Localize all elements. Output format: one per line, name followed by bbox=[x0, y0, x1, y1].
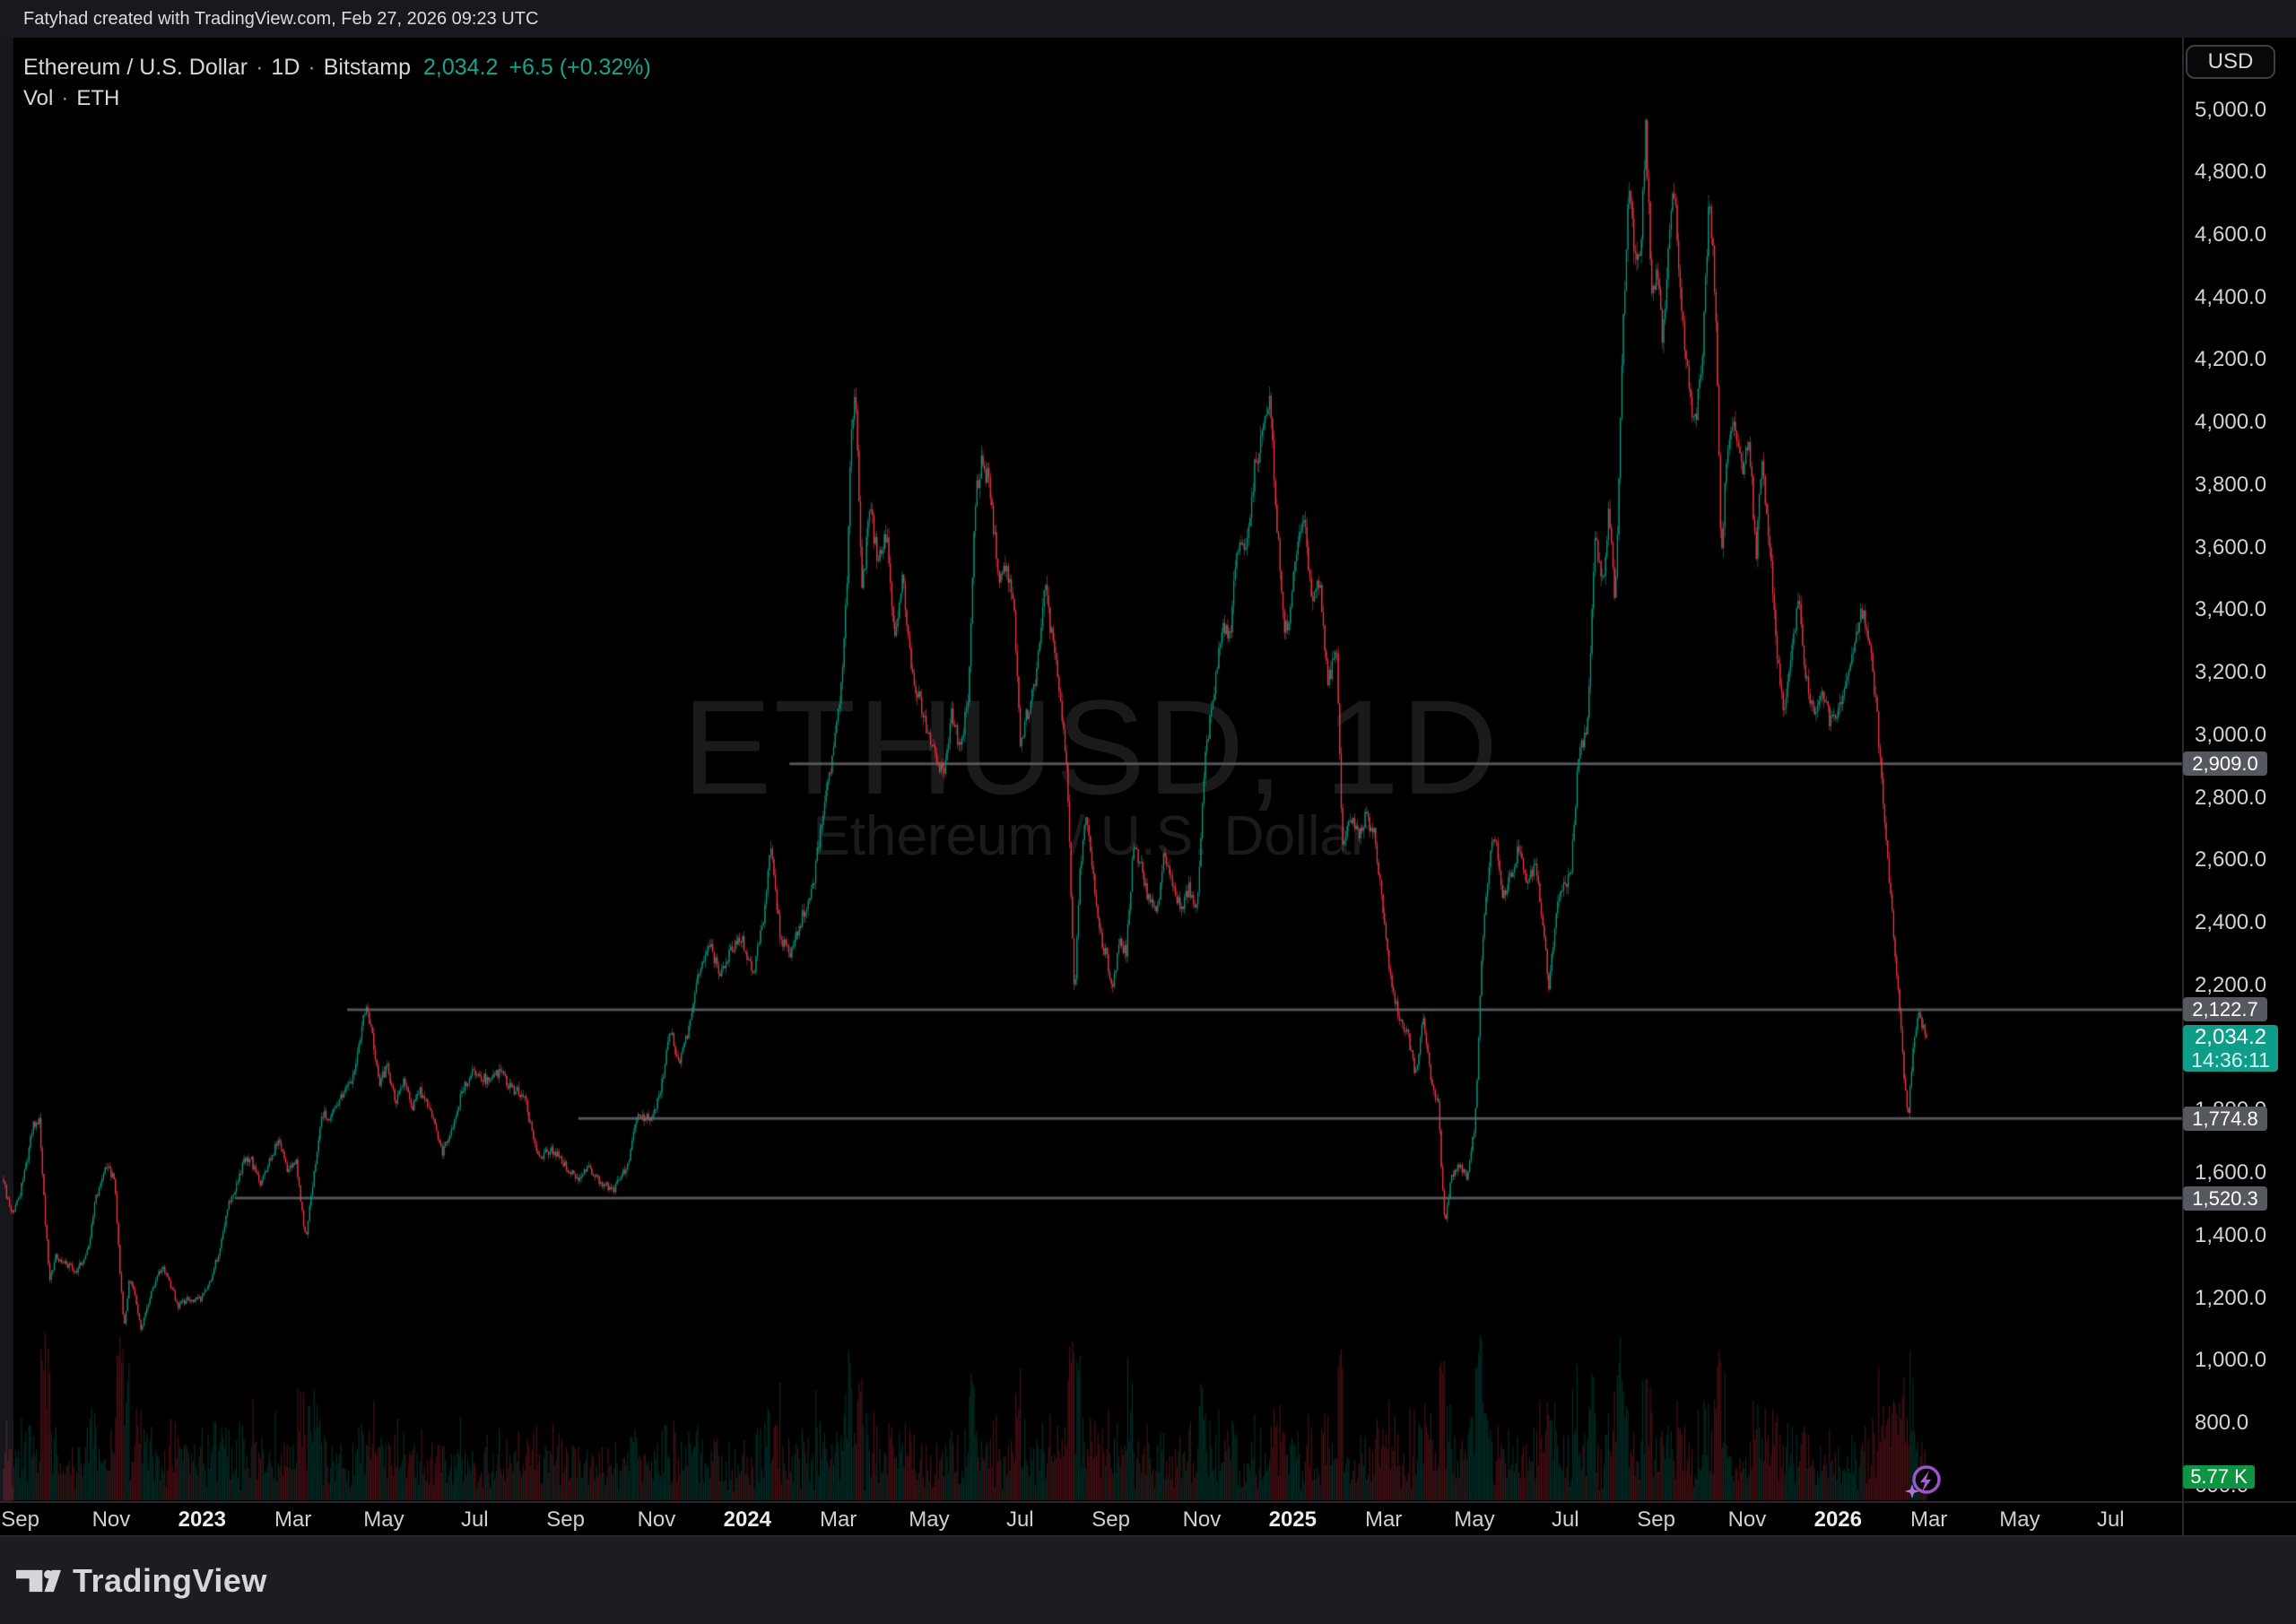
time-tick-month: Jul bbox=[1006, 1508, 1034, 1532]
price-tick-label: 4,000.0 bbox=[2195, 410, 2266, 435]
time-tick-year: 2024 bbox=[724, 1508, 771, 1532]
footer-brand-bar: TradingView bbox=[0, 1537, 2296, 1624]
price-tick-label: 2,400.0 bbox=[2195, 910, 2266, 935]
price-axis-border bbox=[2182, 38, 2184, 1536]
price-tick-label: 3,800.0 bbox=[2195, 473, 2266, 498]
attribution-bar: Fatyhad created with TradingView.com, Fe… bbox=[0, 0, 2296, 38]
price-tick-label: 1,400.0 bbox=[2195, 1223, 2266, 1248]
time-tick-month: Jul bbox=[461, 1508, 489, 1532]
time-tick-month: May bbox=[1454, 1508, 1494, 1532]
price-tick-label: 1,600.0 bbox=[2195, 1160, 2266, 1185]
legend-change: +6.5 (+0.32%) bbox=[509, 55, 650, 80]
time-tick-month: May bbox=[909, 1508, 949, 1532]
time-tick-month: Sep bbox=[546, 1508, 585, 1532]
volume-value-tag: 5.77 K bbox=[2183, 1465, 2255, 1489]
time-tick-month: Sep bbox=[1, 1508, 39, 1532]
time-tick-month: Mar bbox=[274, 1508, 311, 1532]
currency-unit-label: USD bbox=[2208, 49, 2254, 74]
price-tick-label: 3,600.0 bbox=[2195, 535, 2266, 560]
bar-countdown: 14:36:11 bbox=[2183, 1049, 2278, 1071]
attribution-text: Fatyhad created with TradingView.com, Fe… bbox=[23, 9, 538, 29]
price-level-tag: 1,520.3 bbox=[2183, 1186, 2267, 1211]
time-tick-month: May bbox=[363, 1508, 404, 1532]
price-tick-label: 2,200.0 bbox=[2195, 973, 2266, 998]
legend-exchange: Bitstamp bbox=[324, 55, 411, 80]
legend-last-price: 2,034.2 bbox=[423, 55, 498, 80]
price-tick-label: 4,800.0 bbox=[2195, 160, 2266, 185]
time-tick-year: 2026 bbox=[1814, 1508, 1862, 1532]
last-price-tag: 2,034.214:36:11 bbox=[2183, 1025, 2278, 1072]
price-tick-label: 3,200.0 bbox=[2195, 660, 2266, 685]
price-level-tag: 2,909.0 bbox=[2183, 751, 2267, 776]
price-tick-label: 800.0 bbox=[2195, 1411, 2248, 1436]
legend-volume-row[interactable]: Vol·ETH bbox=[23, 84, 651, 113]
price-tick-label: 1,200.0 bbox=[2195, 1286, 2266, 1311]
currency-unit-button[interactable]: USD bbox=[2186, 45, 2275, 79]
tradingview-wordmark[interactable]: TradingView bbox=[73, 1562, 267, 1600]
legend-symbol-row[interactable]: Ethereum / U.S. Dollar·1D·Bitstamp2,034.… bbox=[23, 50, 651, 84]
price-tick-label: 4,400.0 bbox=[2195, 285, 2266, 310]
volume-study-label: Vol bbox=[23, 86, 53, 110]
time-tick-month: Sep bbox=[1091, 1508, 1130, 1532]
tradingview-logo-icon[interactable] bbox=[16, 1568, 61, 1594]
price-tick-label: 3,400.0 bbox=[2195, 597, 2266, 622]
price-tick-label: 3,000.0 bbox=[2195, 723, 2266, 748]
volume-study-symbol: ETH bbox=[76, 86, 119, 110]
legend-separator: · bbox=[53, 86, 76, 110]
tradingview-snapshot: { "header": { "note": "Fatyhad created w… bbox=[0, 0, 2296, 1624]
price-chart-canvas[interactable] bbox=[0, 0, 2296, 1624]
price-tick-label: 2,600.0 bbox=[2195, 847, 2266, 873]
price-tick-label: 4,200.0 bbox=[2195, 347, 2266, 372]
time-axis-border-top bbox=[0, 1501, 2296, 1503]
legend-interval: 1D bbox=[271, 55, 300, 80]
time-tick-year: 2025 bbox=[1269, 1508, 1317, 1532]
lightning-flash-icon[interactable] bbox=[1905, 1461, 1946, 1502]
time-tick-month: Nov bbox=[1728, 1508, 1767, 1532]
time-tick-month: Jul bbox=[2097, 1508, 2125, 1532]
price-level-tag: 2,122.7 bbox=[2183, 997, 2267, 1021]
chart-legend: Ethereum / U.S. Dollar·1D·Bitstamp2,034.… bbox=[23, 50, 651, 113]
time-tick-month: Nov bbox=[638, 1508, 676, 1532]
time-tick-month: Mar bbox=[820, 1508, 857, 1532]
last-price-value: 2,034.2 bbox=[2183, 1026, 2278, 1049]
legend-separator: · bbox=[248, 55, 271, 80]
price-level-tag: 1,774.8 bbox=[2183, 1107, 2267, 1131]
legend-separator: · bbox=[300, 55, 323, 80]
price-tick-label: 5,000.0 bbox=[2195, 98, 2266, 123]
time-tick-year: 2023 bbox=[178, 1508, 226, 1532]
price-tick-label: 2,800.0 bbox=[2195, 786, 2266, 811]
time-tick-month: Nov bbox=[92, 1508, 131, 1532]
price-tick-label: 4,600.0 bbox=[2195, 222, 2266, 248]
legend-symbol-title: Ethereum / U.S. Dollar bbox=[23, 55, 248, 80]
time-tick-month: Sep bbox=[1637, 1508, 1675, 1532]
price-tick-label: 1,000.0 bbox=[2195, 1348, 2266, 1373]
time-tick-month: Nov bbox=[1183, 1508, 1222, 1532]
time-tick-month: Mar bbox=[1910, 1508, 1947, 1532]
time-tick-month: Jul bbox=[1552, 1508, 1579, 1532]
time-tick-month: Mar bbox=[1365, 1508, 1402, 1532]
time-tick-month: May bbox=[1999, 1508, 2039, 1532]
